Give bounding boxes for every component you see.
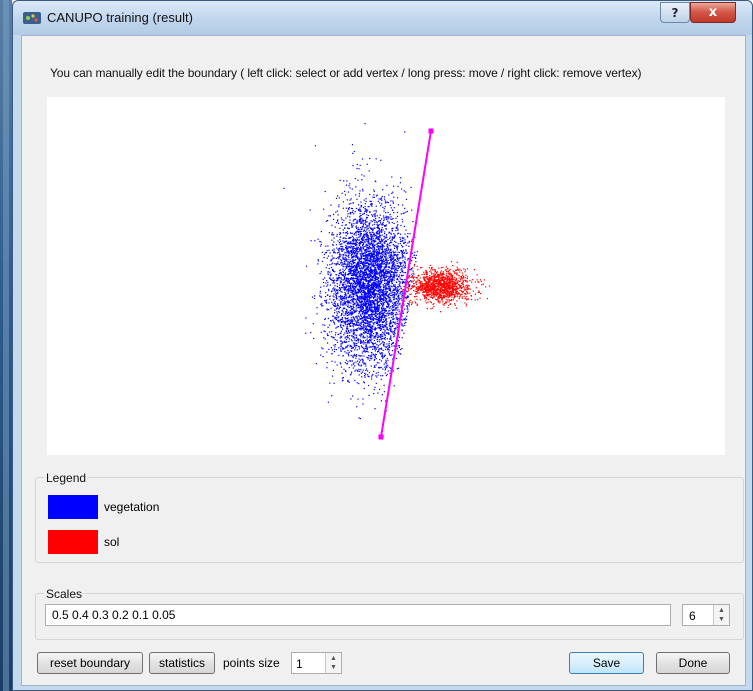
reset-boundary-button[interactable]: reset boundary [37, 652, 143, 674]
classifier-plot[interactable] [47, 97, 725, 455]
close-button[interactable]: x [690, 2, 736, 23]
spin-down-icon[interactable]: ▼ [330, 664, 337, 671]
help-icon: ? [671, 5, 679, 20]
help-button[interactable]: ? [660, 2, 690, 23]
window-title: CANUPO training (result) [47, 10, 193, 25]
points-size-label: points size [223, 656, 280, 670]
title-bar[interactable]: CANUPO training (result) ? x [13, 1, 752, 35]
desktop-background [0, 0, 12, 691]
spin-up-icon[interactable]: ▲ [330, 655, 337, 662]
scales-count-spinbox[interactable]: 6 ▲ ▼ [682, 604, 730, 626]
scales-title: Scales [44, 587, 85, 601]
done-button[interactable]: Done [656, 652, 730, 674]
statistics-button[interactable]: statistics [149, 652, 215, 674]
instructions-text: You can manually edit the boundary ( lef… [50, 66, 642, 80]
spin-up-icon[interactable]: ▲ [718, 607, 725, 614]
legend-swatch-vegetation [48, 495, 98, 519]
scales-group: Scales 0.5 0.4 0.3 0.2 0.1 0.05 6 ▲ ▼ [35, 587, 744, 640]
legend-title: Legend [44, 471, 89, 485]
close-icon: x [708, 5, 718, 20]
legend-group: Legend vegetation sol [35, 471, 744, 563]
legend-label: vegetation [104, 500, 160, 514]
spin-arrows[interactable]: ▲ ▼ [713, 605, 729, 625]
points-size-value: 1 [296, 657, 303, 671]
scales-count-value: 6 [689, 609, 696, 623]
legend-item-sol: sol [48, 530, 119, 554]
boundary-vertex[interactable] [378, 434, 384, 440]
canupo-dialog: CANUPO training (result) ? x You can man… [12, 0, 753, 691]
plot-svg[interactable] [47, 97, 725, 455]
legend-item-vegetation: vegetation [48, 495, 159, 519]
legend-swatch-sol [48, 530, 98, 554]
sol-points [400, 261, 491, 313]
save-button[interactable]: Save [569, 652, 644, 674]
app-icon [23, 12, 41, 24]
dialog-body: You can manually edit the boundary ( lef… [21, 35, 746, 686]
boundary-vertex[interactable] [428, 128, 434, 134]
scales-input[interactable]: 0.5 0.4 0.3 0.2 0.1 0.05 [45, 604, 671, 626]
points-size-spinbox[interactable]: 1 ▲ ▼ [291, 652, 342, 674]
vegetation-points [283, 123, 418, 420]
spin-down-icon[interactable]: ▼ [718, 616, 725, 623]
legend-label: sol [104, 535, 120, 549]
spin-arrows[interactable]: ▲ ▼ [325, 653, 341, 673]
